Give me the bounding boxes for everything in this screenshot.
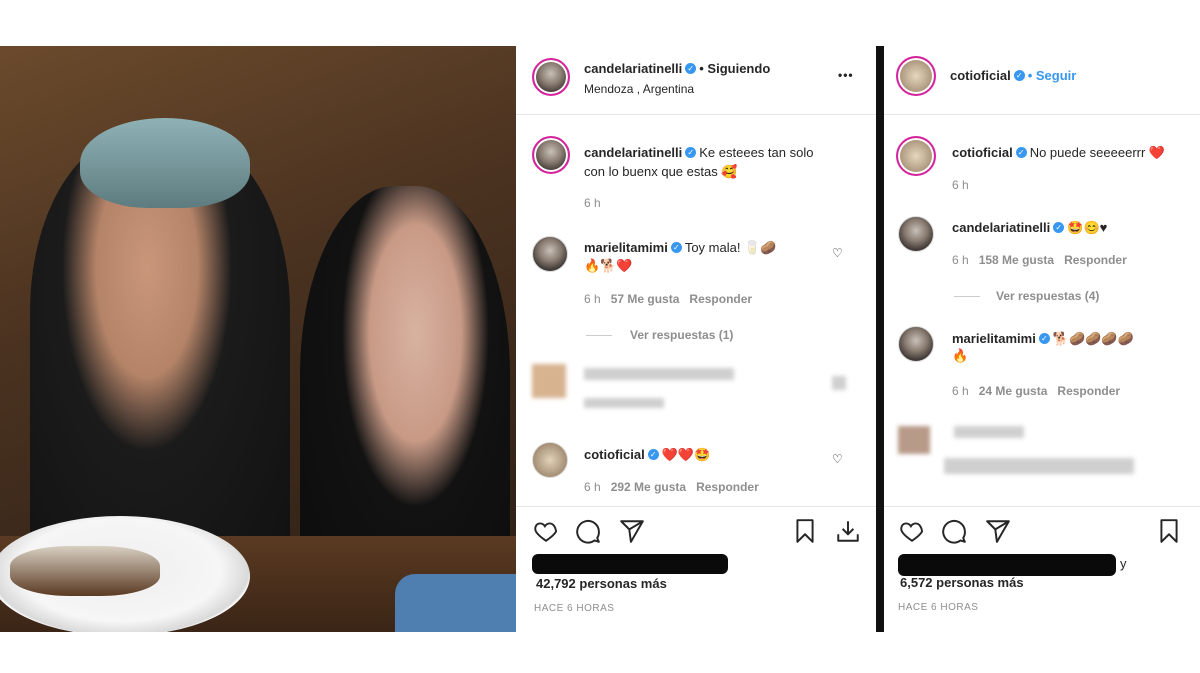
likes-suffix: y [1120, 556, 1127, 571]
photo-jacket [395, 574, 516, 632]
comment-username[interactable]: marielitamimi [584, 240, 668, 255]
comment-text: ❤️❤️🤩 [661, 447, 711, 462]
verified-icon: ✓ [1013, 70, 1025, 82]
reply-button[interactable]: Responder [1064, 253, 1127, 267]
like-comment-heart-icon[interactable]: ♡ [832, 452, 843, 466]
verified-icon: ✓ [1038, 333, 1050, 345]
verified-icon: ✓ [647, 449, 659, 461]
replies-line [954, 296, 980, 297]
blurred-heart [832, 376, 846, 390]
post-panel-2: cotioficial ✓ • Seguir cotioficial ✓ No pued… [884, 46, 1200, 632]
verified-icon: ✓ [685, 63, 697, 75]
post-photo[interactable] [0, 46, 516, 632]
replies-line [586, 335, 612, 336]
censor-bar [898, 554, 1116, 576]
save-icon[interactable] [1156, 518, 1182, 544]
reply-button[interactable]: Responder [696, 480, 759, 494]
caption-time[interactable]: 6 h [952, 178, 969, 192]
avatar[interactable] [896, 56, 936, 96]
caption-text: Ke esteees tan solo [699, 145, 814, 160]
comment-icon[interactable] [940, 518, 968, 544]
comment-text: 🤩😊♥ [1067, 220, 1108, 235]
caption-text: No puede seeeeerrr ❤️ [1029, 145, 1166, 160]
divider [884, 114, 1200, 115]
verified-icon: ✓ [1053, 222, 1065, 234]
post-panel-1: candelariatinelli ✓ • Siguiendo Mendoza , … [516, 46, 876, 632]
caption-text-line2: con lo buenx que estas 🥰 [584, 164, 738, 179]
heart-icon[interactable] [898, 518, 926, 544]
comment-time[interactable]: 6 h [584, 480, 601, 494]
divider [516, 114, 876, 115]
comment-username[interactable]: marielitamimi [952, 331, 1036, 346]
save-icon[interactable] [792, 518, 818, 544]
comment-text: 🐕🥔🥔🥔🥔 [1052, 331, 1134, 346]
photo-hair [80, 118, 250, 208]
share-icon[interactable] [618, 518, 646, 544]
caption-username[interactable]: candelariatinelli [584, 145, 682, 160]
post-timestamp[interactable]: HACE 6 HORAS [898, 602, 978, 613]
comment-text-line2: 🔥 [952, 348, 969, 363]
download-icon[interactable] [834, 518, 862, 544]
divider [516, 506, 876, 507]
comment-likes[interactable]: 158 Me gusta [979, 253, 1054, 267]
avatar[interactable] [898, 326, 934, 362]
comment-time[interactable]: 6 h [584, 292, 601, 306]
comment-time[interactable]: 6 h [952, 384, 969, 398]
like-comment-heart-icon[interactable]: ♡ [832, 246, 843, 260]
verified-icon: ✓ [670, 242, 682, 254]
reply-button[interactable]: Responder [689, 292, 752, 306]
divider [884, 506, 1200, 507]
avatar[interactable] [532, 136, 570, 174]
avatar[interactable] [532, 236, 568, 272]
blurred-text [584, 368, 734, 380]
comment-time[interactable]: 6 h [952, 253, 969, 267]
comment-icon[interactable] [574, 518, 602, 544]
share-icon[interactable] [984, 518, 1012, 544]
blurred-avatar [532, 364, 566, 398]
comment-likes[interactable]: 292 Me gusta [611, 480, 686, 494]
blurred-meta [584, 398, 664, 408]
verified-icon: ✓ [1015, 147, 1027, 159]
caption-username[interactable]: cotioficial [952, 145, 1013, 160]
likes-count[interactable]: 42,792 personas más [536, 576, 667, 591]
comment-likes[interactable]: 57 Me gusta [611, 292, 680, 306]
heart-icon[interactable] [532, 518, 560, 544]
avatar[interactable] [896, 136, 936, 176]
avatar[interactable] [532, 58, 570, 96]
photo-dessert [10, 546, 160, 596]
location[interactable]: Mendoza , Argentina [584, 82, 694, 96]
post-timestamp[interactable]: HACE 6 HORAS [534, 603, 614, 614]
censor-bar [532, 554, 728, 574]
blurred-meta [944, 458, 1134, 474]
comment-username[interactable]: cotioficial [584, 447, 645, 462]
more-options-icon[interactable]: ••• [838, 68, 854, 82]
comment-text: Toy mala! 🥛🥔 [684, 240, 777, 255]
blurred-avatar [898, 426, 930, 454]
comment-likes[interactable]: 24 Me gusta [979, 384, 1048, 398]
avatar[interactable] [532, 442, 568, 478]
panel-divider [876, 46, 884, 632]
likes-count[interactable]: 6,572 personas más [900, 575, 1024, 590]
reply-button[interactable]: Responder [1057, 384, 1120, 398]
view-replies-button[interactable]: Ver respuestas (4) [996, 289, 1099, 303]
header-username[interactable]: cotioficial [950, 68, 1011, 83]
caption-time[interactable]: 6 h [584, 196, 601, 210]
avatar[interactable] [898, 216, 934, 252]
comment-text-line2: 🔥🐕❤️ [584, 258, 633, 273]
view-replies-button[interactable]: Ver respuestas (1) [630, 328, 733, 342]
follow-status[interactable]: • Siguiendo [699, 61, 770, 76]
blurred-text [954, 426, 1024, 438]
follow-button[interactable]: • Seguir [1028, 68, 1077, 83]
verified-icon: ✓ [685, 147, 697, 159]
comment-username[interactable]: candelariatinelli [952, 220, 1050, 235]
header-username[interactable]: candelariatinelli [584, 61, 682, 76]
